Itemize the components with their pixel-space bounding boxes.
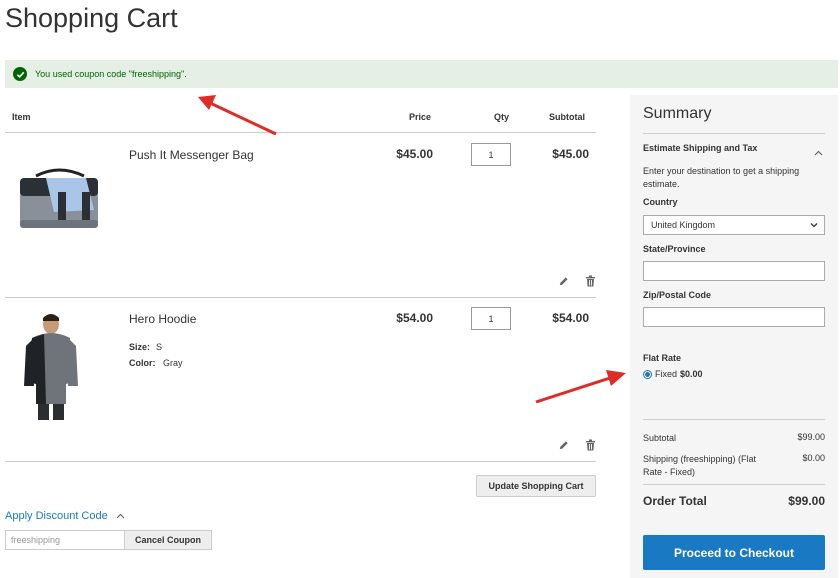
country-select[interactable]: United Kingdom — [643, 215, 825, 235]
quantity-input[interactable]: 1 — [471, 143, 511, 166]
zip-input[interactable] — [643, 307, 825, 327]
chevron-down-icon — [809, 220, 819, 232]
column-header-price: Price — [409, 112, 432, 122]
shipping-value: $0.00 — [802, 453, 825, 463]
zip-label: Zip/Postal Code — [643, 290, 712, 300]
trash-icon[interactable] — [583, 438, 597, 452]
state-label: State/Province — [643, 244, 706, 254]
shipping-label: Shipping (freeshipping) (Flat Rate - Fix… — [643, 454, 757, 477]
update-cart-button[interactable]: Update Shopping Cart — [476, 475, 596, 497]
discount-title[interactable]: Apply Discount Code — [5, 510, 108, 522]
divider — [5, 297, 596, 298]
product-image[interactable] — [20, 312, 82, 422]
checkmark-icon — [13, 67, 27, 81]
column-header-subtotal: Subtotal — [549, 112, 585, 122]
divider — [643, 484, 825, 485]
proceed-to-checkout-button[interactable]: Proceed to Checkout — [643, 535, 825, 570]
product-name[interactable]: Hero Hoodie — [129, 312, 196, 326]
subtotal-value: $99.00 — [797, 432, 825, 442]
page-title: Shopping Cart — [5, 3, 178, 33]
success-message: You used coupon code "freeshipping". — [5, 60, 838, 88]
shipping-method-option[interactable]: Fixed $0.00 — [643, 369, 703, 379]
divider — [643, 419, 825, 420]
cancel-coupon-button[interactable]: Cancel Coupon — [124, 530, 212, 550]
quantity-input[interactable]: 1 — [471, 307, 511, 330]
shipping-radio[interactable] — [643, 369, 652, 379]
success-message-text: You used coupon code "freeshipping". — [35, 69, 187, 79]
chevron-up-icon[interactable] — [814, 143, 823, 161]
annotation-arrow — [198, 95, 277, 136]
chevron-up-icon[interactable] — [116, 510, 125, 522]
edit-pencil-icon[interactable] — [556, 274, 570, 288]
fixed-price: $0.00 — [680, 369, 703, 379]
edit-pencil-icon[interactable] — [556, 438, 570, 452]
estimate-shipping-toggle[interactable]: Estimate Shipping and Tax — [643, 143, 757, 153]
column-header-item: Item — [12, 112, 31, 122]
annotation-arrow — [535, 370, 626, 404]
fixed-label: Fixed — [655, 369, 678, 379]
divider — [5, 461, 596, 462]
divider — [5, 132, 596, 133]
country-label: Country — [643, 197, 678, 207]
item-price: $54.00 — [396, 311, 433, 325]
divider — [643, 133, 825, 134]
order-total-label: Order Total — [643, 494, 707, 508]
summary-title: Summary — [643, 105, 712, 122]
order-total-value: $99.00 — [788, 494, 825, 508]
option-value-size: S — [156, 342, 163, 352]
summary-panel: Summary Estimate Shipping and Tax Enter … — [630, 95, 838, 578]
trash-icon[interactable] — [583, 274, 597, 288]
option-value-color: Gray — [163, 358, 183, 368]
item-subtotal: $45.00 — [552, 147, 589, 161]
estimate-description: Enter your destination to get a shipping… — [643, 166, 800, 189]
flat-rate-label: Flat Rate — [643, 353, 682, 363]
option-label-color: Color: — [129, 358, 156, 368]
item-price: $45.00 — [396, 147, 433, 161]
subtotal-label: Subtotal — [643, 433, 677, 443]
option-label-size: Size: — [129, 342, 151, 352]
state-input[interactable] — [643, 261, 825, 281]
country-select-value: United Kingdom — [651, 220, 716, 230]
item-subtotal: $54.00 — [552, 311, 589, 325]
discount-code-input[interactable]: freeshipping — [5, 530, 125, 550]
discount-toggle[interactable]: Apply Discount Code — [5, 510, 125, 522]
product-image[interactable] — [16, 168, 102, 232]
column-header-qty: Qty — [494, 112, 510, 122]
product-name[interactable]: Push It Messenger Bag — [129, 148, 254, 162]
